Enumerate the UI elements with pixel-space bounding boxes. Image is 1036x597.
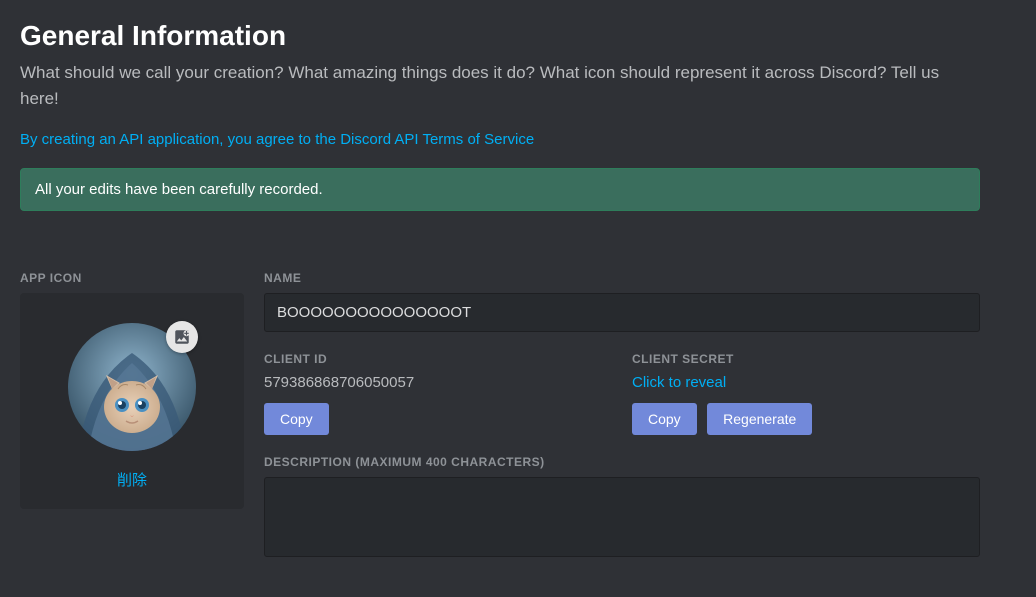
description-textarea[interactable]	[264, 477, 980, 557]
app-icon-box: 削除	[20, 293, 244, 509]
form-section: APP ICON	[20, 271, 1016, 562]
app-icon-column: APP ICON	[20, 271, 244, 562]
right-column: NAME CLIENT ID 579386868706050057 Copy C…	[264, 271, 980, 562]
success-banner: All your edits have been carefully recor…	[20, 168, 980, 211]
copy-secret-button[interactable]: Copy	[632, 403, 697, 435]
name-label: NAME	[264, 271, 980, 285]
reveal-secret-link[interactable]: Click to reveal	[632, 374, 980, 391]
client-id-value: 579386868706050057	[264, 374, 612, 391]
avatar-wrapper[interactable]	[68, 323, 196, 451]
regenerate-secret-button[interactable]: Regenerate	[707, 403, 812, 435]
page-subtitle: What should we call your creation? What …	[20, 60, 940, 111]
client-secret-col: CLIENT SECRET Click to reveal Copy Regen…	[632, 352, 980, 435]
upload-image-icon[interactable]	[166, 321, 198, 353]
client-secret-label: CLIENT SECRET	[632, 352, 980, 366]
delete-icon-link[interactable]: 削除	[117, 469, 147, 490]
page-title: General Information	[20, 20, 1016, 52]
description-label: DESCRIPTION (MAXIMUM 400 CHARACTERS)	[264, 455, 980, 469]
client-id-label: CLIENT ID	[264, 352, 612, 366]
tos-link[interactable]: By creating an API application, you agre…	[20, 131, 534, 148]
copy-client-id-button[interactable]: Copy	[264, 403, 329, 435]
app-icon-label: APP ICON	[20, 271, 244, 285]
description-row: DESCRIPTION (MAXIMUM 400 CHARACTERS)	[264, 455, 980, 562]
id-secret-row: CLIENT ID 579386868706050057 Copy CLIENT…	[264, 352, 980, 435]
client-id-col: CLIENT ID 579386868706050057 Copy	[264, 352, 612, 435]
name-input[interactable]	[264, 293, 980, 332]
